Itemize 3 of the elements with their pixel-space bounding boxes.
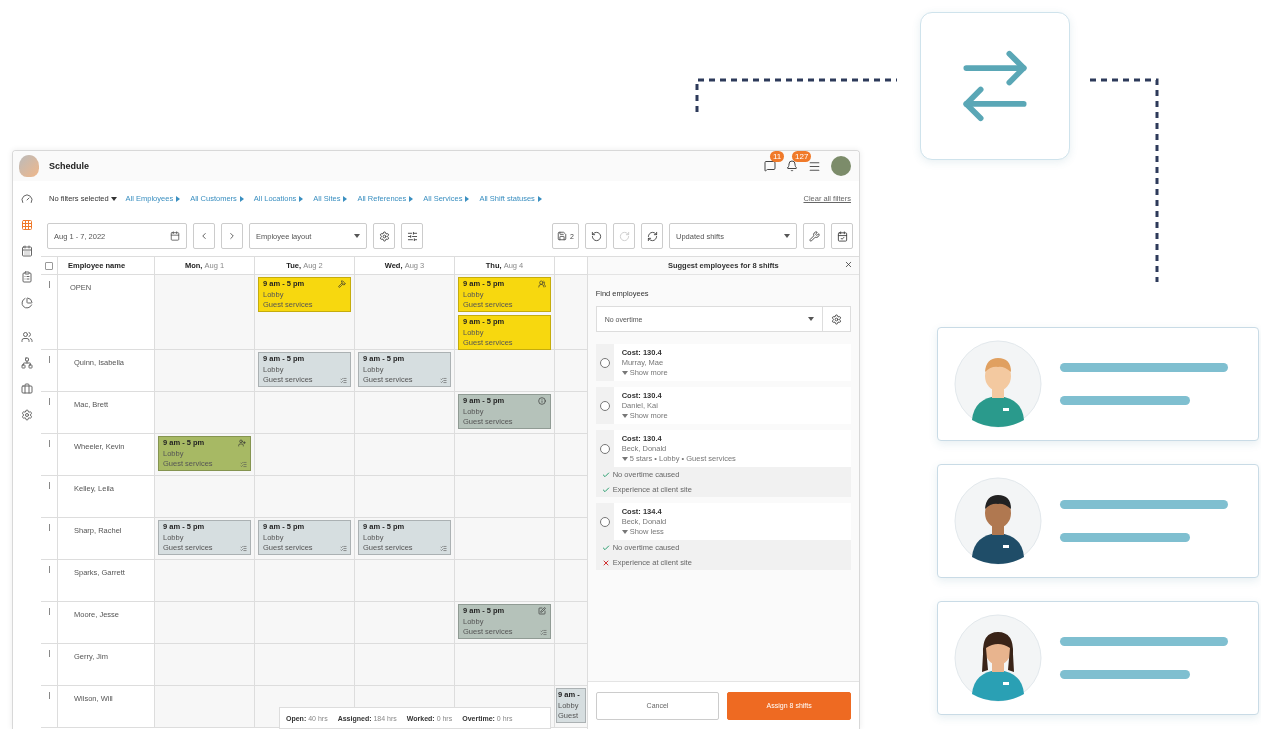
notification-badge: 127 (792, 151, 812, 162)
window-title: Schedule (49, 161, 90, 171)
notification-badge: 11 (770, 151, 785, 162)
